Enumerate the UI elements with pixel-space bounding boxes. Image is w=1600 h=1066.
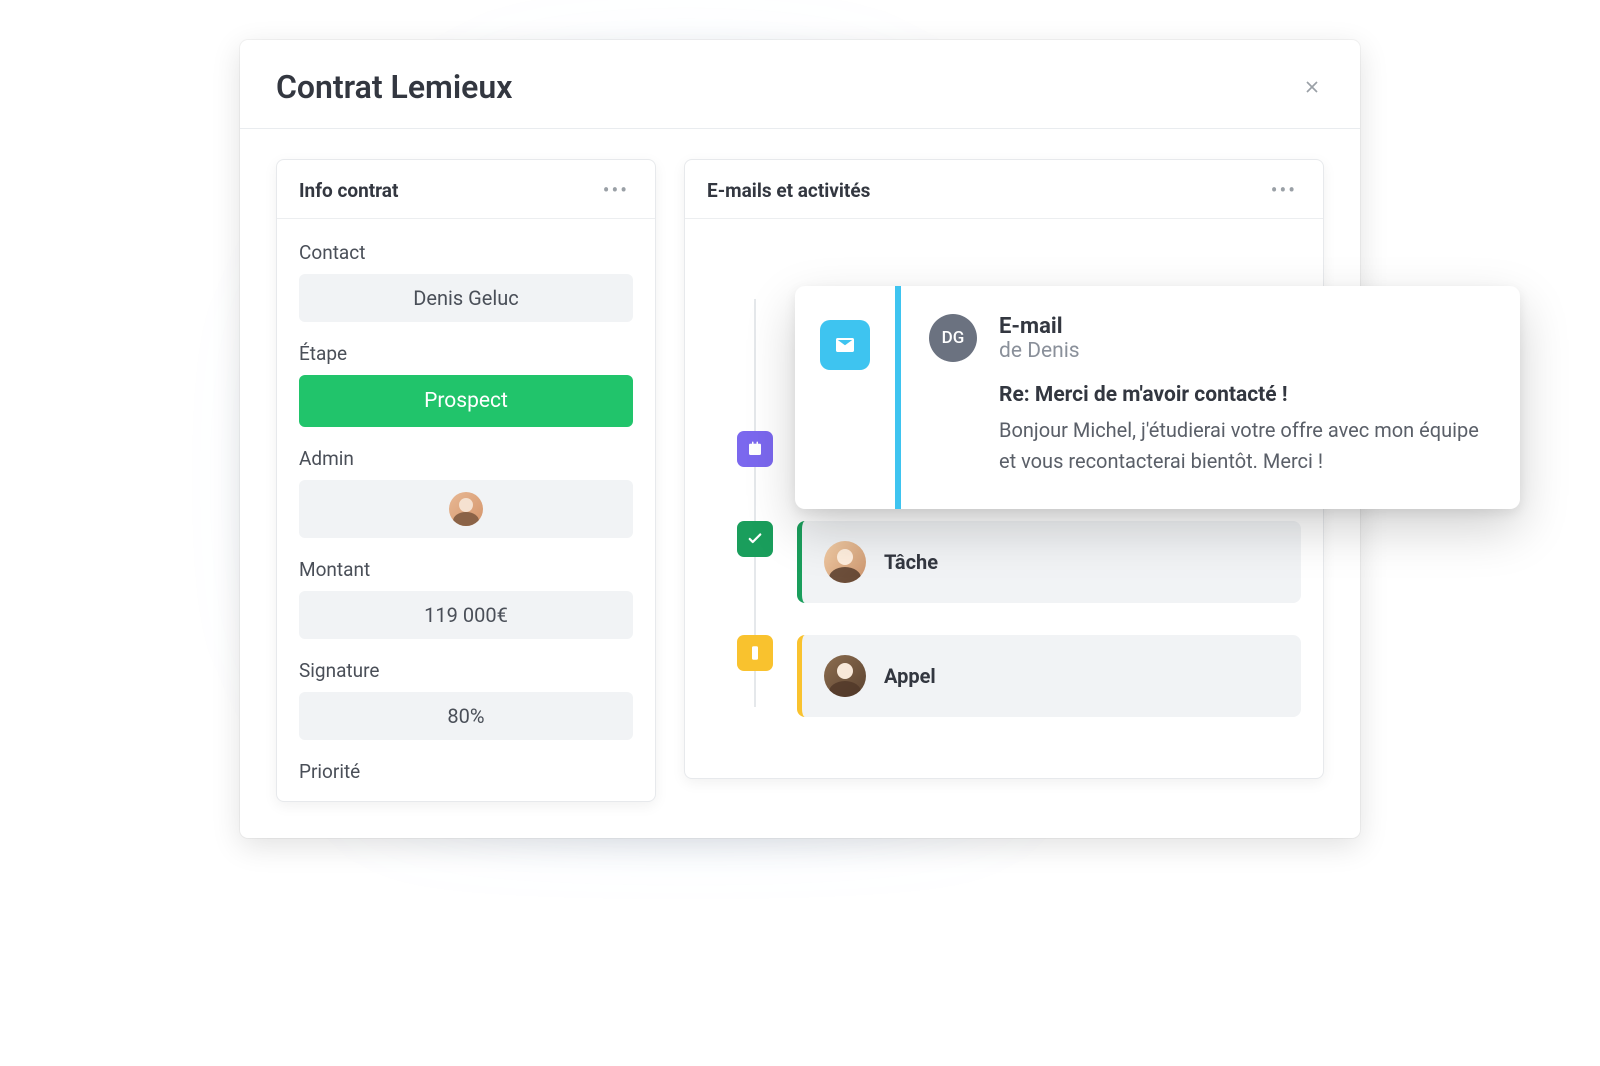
email-from: de Denis <box>999 339 1484 363</box>
call-label: Appel <box>884 664 936 688</box>
sender-avatar: DG <box>929 314 977 362</box>
info-panel: Info contrat ••• Contact Denis Geluc Éta… <box>276 159 656 802</box>
admin-label: Admin <box>299 447 633 470</box>
contact-field[interactable]: Denis Geluc <box>299 274 633 322</box>
task-card[interactable]: Tâche <box>797 521 1301 603</box>
modal-header: Contrat Lemieux <box>240 40 1360 129</box>
email-subject: Re: Merci de m'avoir contacté ! <box>999 383 1484 407</box>
signature-label: Signature <box>299 659 633 682</box>
email-type-label: E-mail <box>999 314 1484 339</box>
activity-panel-title: E-mails et activités <box>707 179 870 202</box>
phone-icon <box>737 635 773 671</box>
amount-label: Montant <box>299 558 633 581</box>
timeline-item-task[interactable]: Tâche <box>737 521 1301 603</box>
page-title: Contrat Lemieux <box>276 68 512 106</box>
signature-field[interactable]: 80% <box>299 692 633 740</box>
task-icon <box>737 521 773 557</box>
call-avatar <box>824 655 866 697</box>
timeline-item-call[interactable]: Appel <box>737 635 1301 717</box>
email-icon <box>820 320 870 370</box>
info-panel-title: Info contrat <box>299 179 398 202</box>
stage-label: Étape <box>299 342 633 365</box>
task-avatar <box>824 541 866 583</box>
email-body: Bonjour Michel, j'étudierai votre offre … <box>999 415 1484 477</box>
task-label: Tâche <box>884 550 938 574</box>
close-button[interactable] <box>1300 75 1324 99</box>
close-icon <box>1302 77 1322 97</box>
info-panel-more-button[interactable]: ••• <box>599 176 633 204</box>
priority-label: Priorité <box>299 760 633 783</box>
admin-avatar <box>449 492 483 526</box>
calendar-icon <box>737 431 773 467</box>
stage-field[interactable]: Prospect <box>299 375 633 427</box>
email-popup[interactable]: DG E-mail de Denis Re: Merci de m'avoir … <box>795 286 1520 509</box>
activity-panel-more-button[interactable]: ••• <box>1267 176 1301 204</box>
admin-field[interactable] <box>299 480 633 538</box>
amount-field[interactable]: 119 000€ <box>299 591 633 639</box>
call-card[interactable]: Appel <box>797 635 1301 717</box>
contact-label: Contact <box>299 241 633 264</box>
